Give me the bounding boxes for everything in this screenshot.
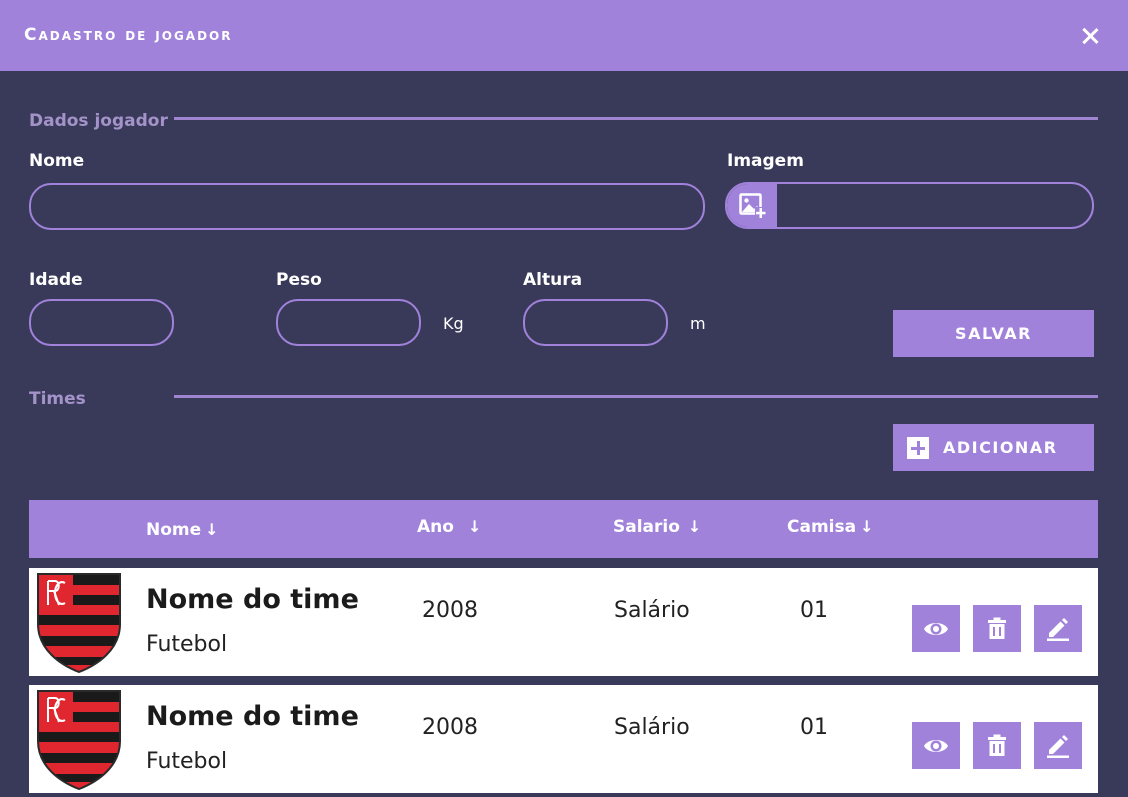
eye-icon	[924, 623, 948, 635]
view-button[interactable]	[912, 722, 960, 769]
name-input[interactable]	[29, 183, 705, 230]
edit-button[interactable]	[1034, 722, 1082, 769]
column-header-year[interactable]: Ano ↓	[417, 517, 481, 537]
column-label: Nome	[146, 520, 202, 540]
column-header-name[interactable]: Nome ↓	[146, 520, 219, 540]
column-label: Ano	[417, 517, 454, 537]
section-divider	[174, 395, 1098, 398]
table-row: Nome do time Futebol 2008 Salário 01	[29, 568, 1098, 676]
height-input[interactable]	[523, 299, 668, 346]
team-sport: Futebol	[146, 749, 228, 774]
image-input[interactable]	[777, 184, 1092, 227]
team-shirt: 01	[800, 598, 828, 623]
column-label: Camisa	[787, 517, 857, 537]
age-label: Idade	[29, 270, 83, 290]
add-image-icon[interactable]	[727, 184, 777, 227]
section-title-teams: Times	[29, 389, 86, 409]
plus-icon	[907, 436, 929, 459]
view-button[interactable]	[912, 605, 960, 652]
team-sport: Futebol	[146, 632, 228, 657]
delete-button[interactable]	[973, 605, 1021, 652]
edit-button[interactable]	[1034, 605, 1082, 652]
table-row: Nome do time Futebol 2008 Salário 01	[29, 685, 1098, 793]
flamengo-crest-icon	[37, 690, 121, 791]
sort-arrow-icon: ↓	[860, 517, 874, 536]
delete-button[interactable]	[973, 722, 1021, 769]
pencil-icon	[1047, 735, 1069, 758]
team-salary: Salário	[614, 598, 690, 623]
sort-arrow-icon: ↓	[467, 517, 482, 536]
add-team-button[interactable]: ADICIONAR	[893, 424, 1094, 471]
team-shirt: 01	[800, 715, 828, 740]
column-label: Salario	[613, 517, 680, 537]
height-label: Altura	[523, 270, 583, 290]
flamengo-crest-icon	[37, 573, 121, 674]
table-header: Nome ↓ Ano ↓ Salario ↓ Camisa ↓	[29, 500, 1098, 558]
age-input[interactable]	[29, 299, 174, 346]
section-title-player: Dados jogador	[29, 111, 168, 131]
trash-icon	[988, 617, 1006, 639]
team-name: Nome do time	[146, 701, 359, 732]
weight-label: Peso	[276, 270, 322, 290]
weight-input[interactable]	[276, 299, 421, 346]
weight-unit: Kg	[443, 314, 464, 333]
save-button[interactable]: SALVAR	[893, 310, 1094, 357]
sort-arrow-icon: ↓	[205, 520, 219, 539]
team-year: 2008	[422, 715, 478, 740]
team-year: 2008	[422, 598, 478, 623]
name-label: Nome	[29, 151, 85, 171]
dialog-title: Cadastro de jogador	[24, 25, 233, 45]
pencil-icon	[1047, 618, 1069, 641]
column-header-salary[interactable]: Salario ↓	[613, 517, 701, 537]
image-label: Imagem	[727, 151, 804, 171]
title-bar: Cadastro de jogador	[0, 0, 1128, 71]
column-header-shirt[interactable]: Camisa ↓	[787, 517, 874, 537]
section-divider	[174, 117, 1098, 120]
close-icon[interactable]	[1078, 24, 1102, 48]
team-salary: Salário	[614, 715, 690, 740]
height-unit: m	[690, 314, 706, 333]
team-name: Nome do time	[146, 584, 359, 615]
add-team-label: ADICIONAR	[943, 438, 1058, 457]
eye-icon	[924, 740, 948, 752]
sort-arrow-icon: ↓	[687, 517, 702, 536]
trash-icon	[988, 734, 1006, 756]
image-field	[725, 182, 1094, 229]
